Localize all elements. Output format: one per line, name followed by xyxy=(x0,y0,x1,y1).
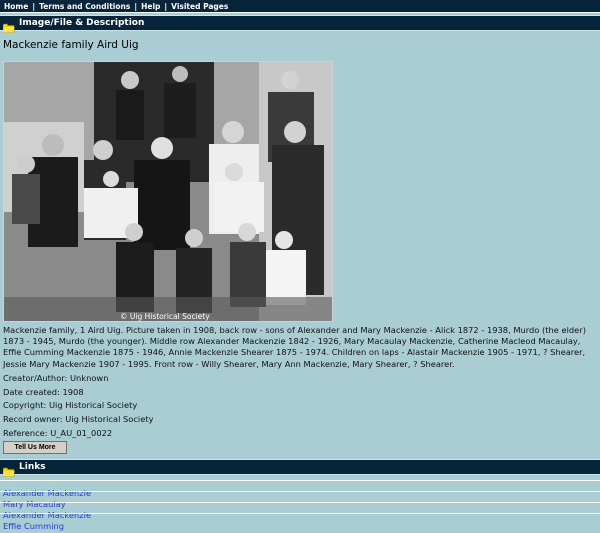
reference: Reference: U_AU_01_0022 xyxy=(3,428,113,438)
folder-icon xyxy=(2,18,15,33)
list-item: Mary Macaulay xyxy=(0,491,600,509)
folder-icon xyxy=(2,462,15,477)
nav-separator: | xyxy=(134,1,138,11)
nav-separator: | xyxy=(32,1,36,11)
list-item: Effie Cumming xyxy=(0,513,600,531)
tell-us-more-button[interactable]: Tell Us More xyxy=(3,441,67,454)
link-effie-cumming[interactable]: Effie Cumming xyxy=(3,521,64,531)
nav-visited-pages-link[interactable]: Visited Pages xyxy=(171,2,228,11)
section-title: Image/File & Description xyxy=(19,18,145,28)
nav-help-link[interactable]: Help xyxy=(141,2,160,11)
page-title: Mackenzie family Aird Uig xyxy=(3,39,139,51)
section-title: Links xyxy=(19,462,46,472)
nav-separator: | xyxy=(164,1,168,11)
links-section-header: Links xyxy=(0,459,600,477)
record-owner: Record owner: Uig Historical Society xyxy=(3,414,154,424)
family-photo[interactable] xyxy=(3,61,333,322)
nav-terms-link[interactable]: Terms and Conditions xyxy=(39,2,130,11)
copyright: Copyright: Uig Historical Society xyxy=(3,400,138,410)
top-nav: Home | Terms and Conditions | Help | Vis… xyxy=(0,0,600,13)
list-item: Alexander Mackenzie xyxy=(0,502,600,520)
date-created: Date created: 1908 xyxy=(3,387,84,397)
image-section-header: Image/File & Description xyxy=(0,15,600,33)
photo-watermark: © Uig Historical Society xyxy=(120,312,210,321)
list-item: Alexander Mackenzie xyxy=(0,480,600,498)
creator-author: Creator/Author: Unknown xyxy=(3,373,109,383)
nav-home-link[interactable]: Home xyxy=(4,2,28,11)
description-text: Mackenzie family, 1 Aird Uig. Picture ta… xyxy=(3,325,586,369)
